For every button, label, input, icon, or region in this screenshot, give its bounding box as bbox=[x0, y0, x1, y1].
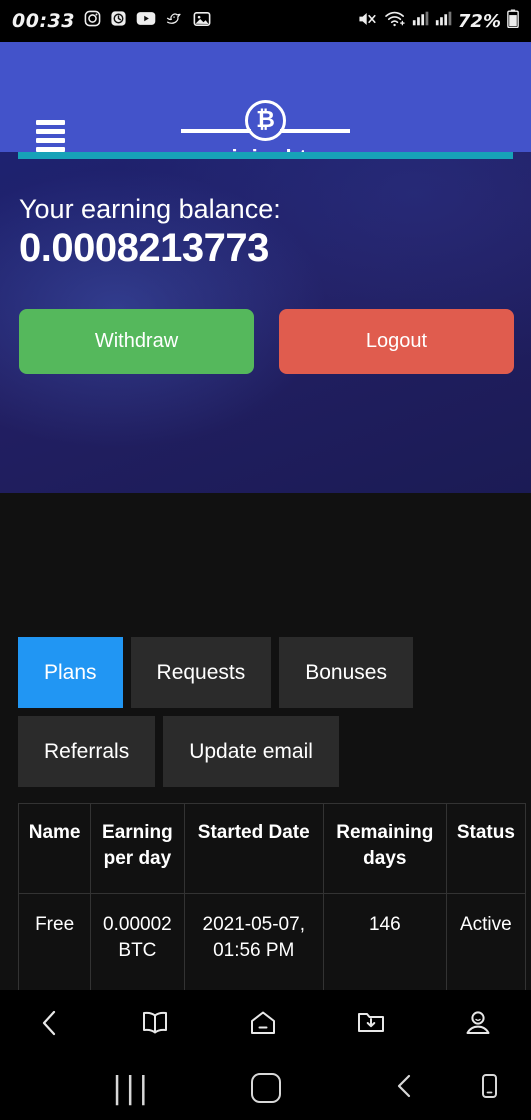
system-navigation-bar: ||| bbox=[0, 1056, 531, 1120]
col-earning-per-day: Earning per day bbox=[90, 802, 185, 895]
status-time: 00:33 bbox=[12, 10, 75, 32]
plans-table-head: Name Earning per day Started Date Remain… bbox=[17, 802, 527, 895]
cell-earning-line1: 0.00002 bbox=[103, 914, 172, 936]
mute-icon bbox=[357, 10, 378, 33]
page-body: Plans Requests Bonuses Referrals Update … bbox=[0, 493, 531, 1007]
info-alert-bar bbox=[18, 152, 513, 159]
bird-app-icon bbox=[165, 11, 184, 32]
signal-sim1-icon bbox=[412, 10, 429, 32]
wifi-icon bbox=[384, 10, 406, 33]
browser-toolbar bbox=[0, 990, 531, 1056]
battery-icon bbox=[507, 9, 519, 33]
col-name: Name bbox=[17, 802, 92, 895]
youtube-icon bbox=[136, 11, 156, 31]
brand-rule-left-icon bbox=[181, 128, 251, 133]
home-square-icon[interactable] bbox=[251, 1073, 281, 1103]
col-status: Status bbox=[445, 802, 527, 895]
tab-plans[interactable]: Plans bbox=[18, 637, 123, 708]
signal-sim2-icon bbox=[435, 10, 452, 32]
status-bar-right: 72% bbox=[357, 9, 519, 33]
app-header: ₿ miningbtc bbox=[0, 42, 531, 170]
withdraw-button[interactable]: Withdraw bbox=[19, 309, 254, 374]
recents-icon[interactable]: ||| bbox=[112, 1071, 151, 1106]
cell-date-line1: 2021-05-07, bbox=[202, 914, 305, 936]
tab-requests[interactable]: Requests bbox=[130, 637, 272, 708]
balance-value: 0.0008213773 bbox=[19, 226, 269, 270]
cell-earning-line2: BTC bbox=[118, 939, 157, 961]
balance-label: Your earning balance: bbox=[19, 194, 281, 224]
account-tabs: Plans Requests Bonuses Referrals Update … bbox=[18, 637, 518, 787]
clock-icon bbox=[110, 10, 127, 32]
logout-button[interactable]: Logout bbox=[279, 309, 514, 374]
home-icon[interactable] bbox=[246, 1008, 280, 1038]
downloads-folder-icon[interactable] bbox=[355, 1008, 387, 1038]
back-chevron-icon[interactable] bbox=[392, 1071, 418, 1106]
phone-screen: 00:33 72% ₿ Your earning balance: 0.0008… bbox=[0, 0, 531, 1120]
plans-table: Name Earning per day Started Date Remain… bbox=[17, 802, 527, 1007]
col-remaining-days: Remaining days bbox=[322, 802, 447, 895]
table-header-row: Name Earning per day Started Date Remain… bbox=[17, 802, 527, 895]
col-remaining-line2: days bbox=[363, 847, 407, 869]
bookmarks-book-icon[interactable] bbox=[138, 1008, 172, 1038]
bitcoin-circle-icon: ₿ bbox=[245, 100, 286, 141]
status-bar-left: 00:33 bbox=[12, 10, 211, 32]
hero-actions: Withdraw Logout bbox=[19, 309, 514, 374]
col-earning-line1: Earning bbox=[102, 822, 173, 843]
device-icon[interactable] bbox=[478, 1071, 500, 1106]
status-bar: 00:33 72% bbox=[0, 0, 531, 42]
brand-mark: ₿ bbox=[181, 100, 350, 141]
tab-referrals[interactable]: Referrals bbox=[18, 716, 156, 787]
cell-date-line2: 01:56 PM bbox=[213, 939, 295, 961]
tab-update-email[interactable]: Update email bbox=[163, 716, 339, 787]
col-earning-line2: per day bbox=[103, 847, 172, 869]
battery-percent-label: 72% bbox=[457, 10, 501, 32]
instagram-icon bbox=[84, 10, 101, 32]
brand-rule-right-icon bbox=[280, 128, 350, 133]
col-remaining-line1: Remaining bbox=[336, 822, 434, 843]
profile-person-icon[interactable] bbox=[462, 1008, 494, 1038]
gallery-icon bbox=[193, 11, 211, 32]
col-started-date: Started Date bbox=[183, 802, 324, 895]
tab-bonuses[interactable]: Bonuses bbox=[279, 637, 413, 708]
balance-hero: Your earning balance: 0.0008213773 Withd… bbox=[0, 152, 531, 493]
back-icon[interactable] bbox=[37, 1007, 63, 1039]
